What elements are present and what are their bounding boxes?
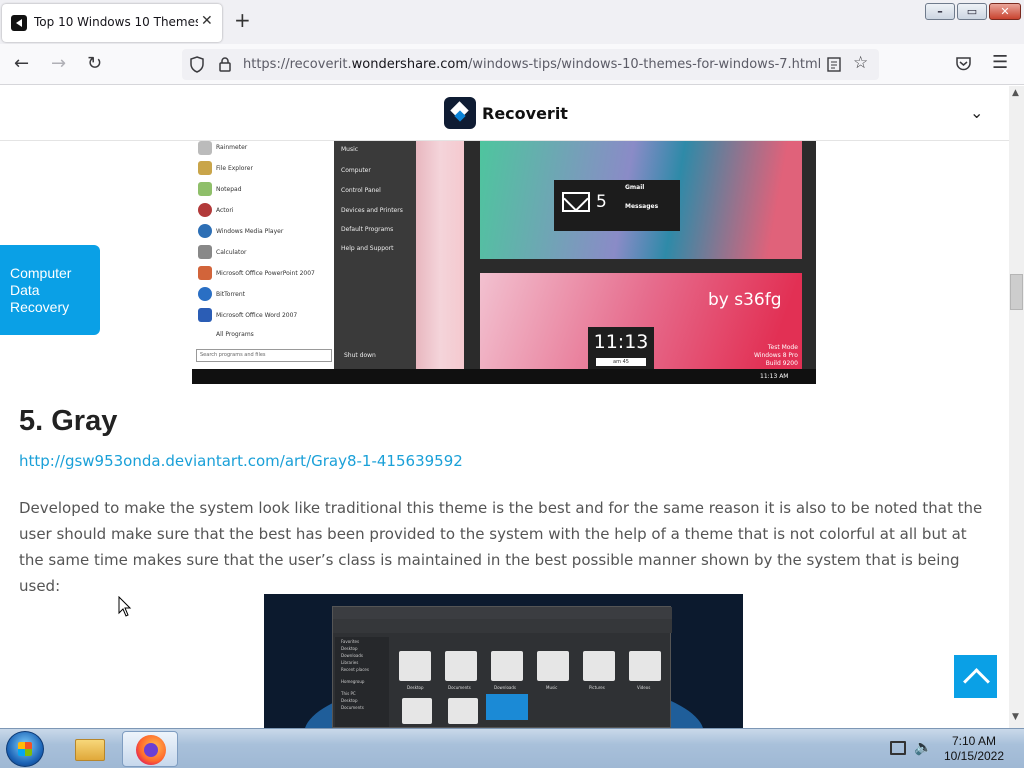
forward-arrow-icon[interactable]: → [51, 54, 66, 74]
mail-tile: 5 Gmail Messages [554, 180, 680, 231]
firefox-icon [136, 735, 166, 765]
brand-name[interactable]: Recoverit [482, 104, 568, 123]
reader-view-icon[interactable] [827, 57, 841, 72]
start-menu-links: Music Computer Control Panel Devices and… [334, 141, 416, 369]
reload-icon[interactable]: ↻ [87, 54, 102, 74]
tab-strip: Top 10 Windows 10 Themes for ✕ + – ▭ ✕ [0, 0, 1024, 44]
scroll-down-arrow-icon[interactable]: ▼ [1012, 712, 1019, 722]
mouse-cursor-icon [118, 596, 132, 617]
network-icon[interactable] [890, 741, 906, 755]
shield-icon[interactable] [189, 56, 205, 73]
back-arrow-icon[interactable]: ← [14, 54, 29, 74]
address-bar[interactable]: https://recoverit.wondershare.com/window… [182, 49, 879, 80]
gray-theme-preview-image: Favorites Desktop Downloads Libraries Re… [264, 594, 743, 728]
volume-icon[interactable]: 🔈 [914, 738, 933, 756]
navigation-toolbar: ← → ↻ https://recoverit.wondershare.com/… [0, 44, 1024, 85]
clock-tile: 11:13 am 45 [588, 327, 654, 369]
theme-preview-image: Rainmeter File Explorer Notepad Actori W… [192, 141, 816, 384]
window-close-button[interactable]: ✕ [989, 3, 1021, 20]
folder-icon [75, 739, 105, 761]
recoverit-logo-icon[interactable] [444, 97, 476, 129]
lock-icon[interactable] [218, 56, 232, 72]
minimize-button[interactable]: – [925, 3, 955, 20]
scrollbar-thumb[interactable] [1010, 274, 1023, 310]
maximize-button[interactable]: ▭ [957, 3, 987, 20]
chevron-down-icon[interactable]: ⌄ [970, 103, 983, 122]
theme-source-link[interactable]: http://gsw953onda.deviantart.com/art/Gra… [19, 452, 463, 470]
hamburger-menu-icon[interactable]: ☰ [992, 53, 1008, 73]
start-menu-programs: Rainmeter File Explorer Notepad Actori W… [192, 141, 334, 369]
scroll-to-top-button[interactable] [954, 655, 997, 698]
site-favicon-icon [11, 15, 27, 31]
start-button[interactable] [6, 731, 44, 767]
firefox-taskbar-button[interactable] [122, 731, 178, 767]
file-explorer-taskbar-button[interactable] [62, 731, 118, 767]
pocket-icon[interactable] [955, 56, 972, 72]
envelope-icon [562, 192, 590, 212]
computer-data-recovery-tab[interactable]: Computer Data Recovery [0, 245, 100, 335]
scroll-up-arrow-icon[interactable]: ▲ [1012, 88, 1019, 98]
article-paragraph: Developed to make the system look like t… [19, 499, 983, 595]
page-scrollbar[interactable]: ▲ ▼ [1009, 86, 1024, 728]
windows-taskbar: 🔈 7:10 AM 10/15/2022 [0, 728, 1024, 768]
browser-tab[interactable]: Top 10 Windows 10 Themes for ✕ [2, 4, 222, 42]
site-header: Recoverit ⌄ [0, 86, 1009, 141]
tab-title: Top 10 Windows 10 Themes for [34, 15, 198, 29]
new-tab-button[interactable]: + [234, 9, 251, 31]
section-heading: 5. Gray [19, 405, 118, 437]
url-text[interactable]: https://recoverit.wondershare.com/window… [243, 57, 821, 72]
tab-close-icon[interactable]: ✕ [201, 13, 213, 29]
system-clock[interactable]: 7:10 AM 10/15/2022 [938, 734, 1010, 764]
bookmark-star-icon[interactable]: ☆ [853, 53, 868, 73]
